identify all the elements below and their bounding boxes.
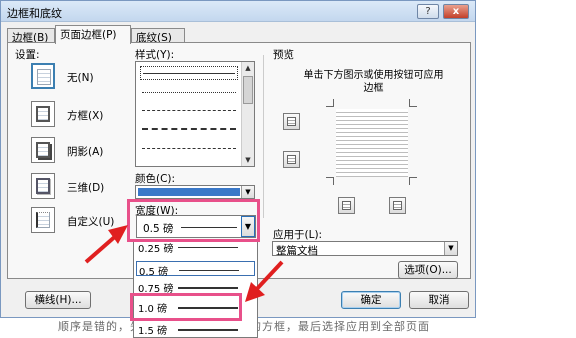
style-list[interactable]: ▲ ▼: [135, 61, 255, 167]
setting-shadow-label: 阴影(A): [67, 146, 104, 158]
width-option[interactable]: 1.5 磅: [136, 321, 255, 337]
setting-none[interactable]: 无(N): [31, 63, 115, 89]
annotation-highlight-option: [130, 293, 242, 321]
setting-3d[interactable]: 三维(D): [31, 173, 115, 199]
settings-label: 设置:: [15, 49, 40, 61]
dialog-title: 边框和底纹: [7, 7, 62, 20]
preview-label: 预览: [273, 49, 294, 61]
chevron-down-icon[interactable]: ▼: [444, 242, 457, 255]
annotation-highlight-width: [127, 199, 260, 242]
setting-box-label: 方框(X): [67, 110, 104, 122]
color-label: 颜色(C):: [135, 173, 176, 185]
title-bar: 边框和底纹 ? x: [1, 1, 475, 22]
tab-borders[interactable]: 边框(B): [7, 28, 55, 44]
left-border-icon: [342, 201, 351, 210]
setting-custom-label: 自定义(U): [67, 216, 115, 228]
right-border-icon: [393, 201, 402, 210]
bottom-border-icon: [287, 155, 296, 164]
style-option-dotted[interactable]: [140, 86, 238, 100]
none-border-icon: [31, 63, 55, 89]
custom-border-icon: [31, 207, 55, 233]
help-button[interactable]: ?: [417, 4, 439, 19]
options-button[interactable]: 选项(O)...: [398, 261, 458, 279]
width-option[interactable]: 0.75 磅: [136, 279, 255, 295]
divider: [263, 55, 264, 218]
preview-page[interactable]: [336, 109, 408, 177]
style-option-dash-large[interactable]: [140, 122, 238, 136]
style-option-solid[interactable]: [140, 66, 238, 80]
setting-none-label: 无(N): [67, 72, 94, 84]
box-border-icon: [31, 101, 55, 127]
setting-custom[interactable]: 自定义(U): [31, 207, 115, 233]
setting-3d-label: 三维(D): [67, 182, 105, 194]
width-option[interactable]: 0.25 磅: [136, 241, 255, 255]
style-scrollbar[interactable]: ▲ ▼: [241, 62, 254, 166]
3d-border-icon: [31, 173, 55, 199]
corner-mark: [326, 177, 334, 185]
shadow-border-icon: [31, 137, 55, 163]
color-swatch: [138, 188, 240, 196]
width-option[interactable]: 0.5 磅: [136, 261, 255, 278]
left-border-button[interactable]: [338, 197, 355, 214]
chevron-down-icon[interactable]: ▼: [241, 186, 254, 198]
apply-to-label: 应用于(L):: [273, 229, 323, 241]
apply-to-select[interactable]: 整篇文档 ▼: [272, 241, 458, 257]
width-dropdown-list[interactable]: 0.25 磅 0.5 磅 0.75 磅 1.0 磅 1.5 磅: [133, 240, 258, 338]
preview-hint: 单击下方图示或使用按钮可应用边框: [303, 70, 444, 94]
corner-mark: [409, 177, 417, 185]
scroll-up-icon[interactable]: ▲: [242, 62, 254, 74]
tab-page-border[interactable]: 页面边框(P): [55, 25, 131, 44]
scroll-down-icon[interactable]: ▼: [242, 154, 254, 166]
scroll-thumb[interactable]: [243, 76, 253, 104]
cancel-button[interactable]: 取消: [409, 291, 469, 309]
close-button[interactable]: x: [443, 4, 469, 19]
bottom-border-button[interactable]: [283, 151, 300, 168]
ok-button[interactable]: 确定: [341, 291, 401, 309]
horizontal-line-button[interactable]: 横线(H)...: [25, 291, 91, 309]
top-border-icon: [287, 117, 296, 126]
corner-mark: [409, 99, 417, 107]
tab-shading[interactable]: 底纹(S): [131, 28, 185, 44]
top-border-button[interactable]: [283, 113, 300, 130]
corner-mark: [326, 99, 334, 107]
setting-shadow[interactable]: 阴影(A): [31, 137, 115, 163]
setting-box[interactable]: 方框(X): [31, 101, 115, 127]
style-option-dash-dot[interactable]: [140, 142, 238, 156]
right-border-button[interactable]: [389, 197, 406, 214]
color-select[interactable]: ▼: [135, 185, 255, 199]
style-option-dash-small[interactable]: [140, 104, 238, 118]
style-label: 样式(Y):: [135, 49, 175, 61]
apply-to-value: 整篇文档: [276, 245, 318, 257]
